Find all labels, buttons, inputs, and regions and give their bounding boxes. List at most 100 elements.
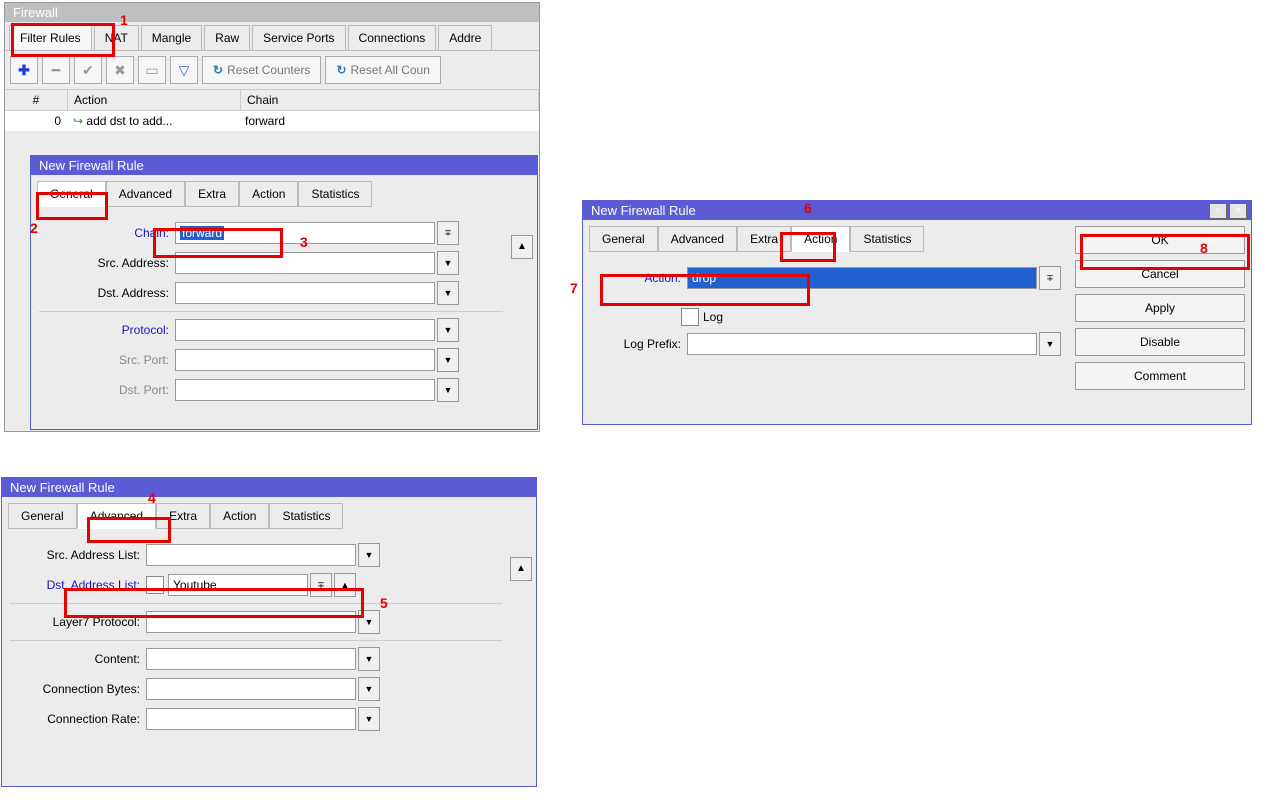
src-addr-expand[interactable]: ▼ — [437, 251, 459, 275]
up-button[interactable]: ▲ — [511, 235, 533, 259]
input-conn-rate[interactable] — [146, 708, 356, 730]
input-log-prefix[interactable] — [687, 333, 1037, 355]
reset-all-counters-button[interactable]: ↻Reset All Coun — [325, 56, 440, 84]
label-chain: Chain: — [39, 226, 175, 240]
label-src-addr-list: Src. Address List: — [10, 548, 146, 562]
input-src-addr-list[interactable] — [146, 544, 356, 566]
anno-7: 7 — [570, 280, 578, 296]
input-action[interactable]: drop — [687, 267, 1037, 289]
firewall-window: Firewall Filter Rules NAT Mangle Raw Ser… — [4, 2, 540, 432]
table-row[interactable]: 0 ↪ add dst to add... forward — [5, 111, 539, 131]
rule2-tab-action[interactable]: Action — [210, 503, 269, 529]
rule3-tab-advanced[interactable]: Advanced — [658, 226, 737, 252]
conn-bytes-expand[interactable]: ▼ — [358, 677, 380, 701]
tab-mangle[interactable]: Mangle — [141, 25, 202, 50]
comment-button[interactable]: Comment — [1075, 362, 1245, 390]
minimize-icon[interactable]: ▫ — [1209, 203, 1227, 219]
rule2-tab-statistics[interactable]: Statistics — [269, 503, 343, 529]
disable-button[interactable]: ✖ — [106, 56, 134, 84]
label-log-prefix: Log Prefix: — [591, 337, 687, 351]
input-conn-bytes[interactable] — [146, 678, 356, 700]
rule2-tab-general[interactable]: General — [8, 503, 77, 529]
col-num: # — [5, 90, 68, 110]
apply-button[interactable]: Apply — [1075, 294, 1245, 322]
src-addr-list-expand[interactable]: ▼ — [358, 543, 380, 567]
new-rule-general-window: New Firewall Rule General Advanced Extra… — [30, 155, 538, 430]
input-dst-addr[interactable] — [175, 282, 435, 304]
input-content[interactable] — [146, 648, 356, 670]
log-prefix-expand[interactable]: ▼ — [1039, 332, 1061, 356]
rule3-tab-statistics[interactable]: Statistics — [850, 226, 924, 252]
tab-filter-rules[interactable]: Filter Rules — [9, 25, 92, 50]
rule3-tab-extra[interactable]: Extra — [737, 226, 791, 252]
chain-dropdown[interactable]: ∓ — [437, 221, 459, 245]
cancel-button[interactable]: Cancel — [1075, 260, 1245, 288]
tab-address-lists[interactable]: Addre — [438, 25, 492, 50]
input-layer7[interactable] — [146, 611, 356, 633]
rule3-title: New Firewall Rule ▫ × — [583, 201, 1251, 220]
label-src-addr: Src. Address: — [39, 256, 175, 270]
label-log: Log — [703, 310, 723, 324]
label-content: Content: — [10, 652, 146, 666]
rule2-subtabs: General Advanced Extra Action Statistics — [2, 497, 536, 529]
rule3-tab-action[interactable]: Action — [791, 226, 850, 252]
row-num: 0 — [5, 113, 67, 129]
input-dst-addr-list[interactable]: Youtube — [168, 574, 308, 596]
close-icon[interactable]: × — [1229, 203, 1247, 219]
add-button[interactable]: ✚ — [10, 56, 38, 84]
label-dst-port: Dst. Port: — [39, 383, 175, 397]
src-port-expand[interactable]: ▼ — [437, 348, 459, 372]
reset-counters-button[interactable]: ↻Reset Counters — [202, 56, 321, 84]
rule2-side-buttons: ▲ — [510, 557, 530, 584]
rule1-tab-extra[interactable]: Extra — [185, 181, 239, 207]
anno-8: 8 — [1200, 240, 1208, 256]
rule1-tab-statistics[interactable]: Statistics — [298, 181, 372, 207]
rule2-tab-advanced[interactable]: Advanced — [77, 503, 156, 529]
input-src-port[interactable] — [175, 349, 435, 371]
firewall-tabs: Filter Rules NAT Mangle Raw Service Port… — [5, 22, 539, 51]
remove-button[interactable]: ━ — [42, 56, 70, 84]
firewall-toolbar: ✚ ━ ✔ ✖ ▭ ▽ ↻Reset Counters ↻Reset All C… — [5, 51, 539, 90]
rule1-tab-advanced[interactable]: Advanced — [106, 181, 185, 207]
log-checkbox[interactable] — [681, 308, 699, 326]
action-dropdown[interactable]: ∓ — [1039, 266, 1061, 290]
anno-4: 4 — [148, 490, 156, 506]
anno-3: 3 — [300, 234, 308, 250]
rule1-tab-general[interactable]: General — [37, 181, 106, 207]
dst-addr-list-dropdown[interactable]: ∓ — [310, 573, 332, 597]
row-chain: forward — [239, 113, 539, 129]
up-button[interactable]: ▲ — [510, 557, 532, 581]
dst-addr-expand[interactable]: ▼ — [437, 281, 459, 305]
enable-button[interactable]: ✔ — [74, 56, 102, 84]
rule1-tab-action[interactable]: Action — [239, 181, 298, 207]
input-src-addr[interactable] — [175, 252, 435, 274]
dst-addr-list-collapse[interactable]: ▲ — [334, 573, 356, 597]
ok-button[interactable]: OK — [1075, 226, 1245, 254]
label-conn-bytes: Connection Bytes: — [10, 682, 146, 696]
content-expand[interactable]: ▼ — [358, 647, 380, 671]
rule1-subtabs: General Advanced Extra Action Statistics — [31, 175, 537, 207]
rule3-tab-general[interactable]: General — [589, 226, 658, 252]
label-layer7: Layer7 Protocol: — [10, 615, 146, 629]
tab-connections[interactable]: Connections — [348, 25, 437, 50]
tab-service-ports[interactable]: Service Ports — [252, 25, 345, 50]
input-dst-port[interactable] — [175, 379, 435, 401]
disable-button[interactable]: Disable — [1075, 328, 1245, 356]
tab-raw[interactable]: Raw — [204, 25, 250, 50]
filter-button[interactable]: ▽ — [170, 56, 198, 84]
dst-port-expand[interactable]: ▼ — [437, 378, 459, 402]
label-dst-addr-list: Dst. Address List: — [10, 578, 146, 592]
protocol-expand[interactable]: ▼ — [437, 318, 459, 342]
rule2-tab-extra[interactable]: Extra — [156, 503, 210, 529]
rule3-buttons: OK Cancel Apply Disable Comment — [1069, 220, 1251, 396]
rule2-title: New Firewall Rule — [2, 478, 536, 497]
new-rule-advanced-window: New Firewall Rule General Advanced Extra… — [1, 477, 537, 787]
input-protocol[interactable] — [175, 319, 435, 341]
col-action: Action — [68, 90, 241, 110]
dst-addr-list-negate[interactable] — [146, 576, 164, 594]
tab-nat[interactable]: NAT — [94, 25, 139, 50]
layer7-expand[interactable]: ▼ — [358, 610, 380, 634]
conn-rate-expand[interactable]: ▼ — [358, 707, 380, 731]
rules-header: # Action Chain — [5, 90, 539, 111]
comment-button[interactable]: ▭ — [138, 56, 166, 84]
